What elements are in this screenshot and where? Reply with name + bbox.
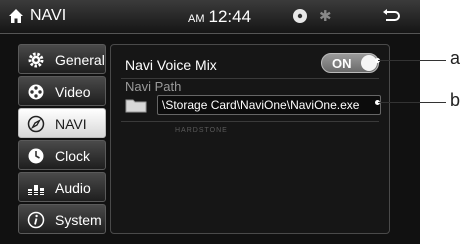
screen-title: NAVI — [30, 7, 67, 24]
navi-path-label: Navi Path — [125, 79, 182, 94]
toggle-state-text: ON — [332, 56, 352, 71]
navi-path-value: \Storage Card\NaviOne\NaviOne.exe — [162, 98, 360, 112]
callout-b-line — [378, 102, 446, 103]
disc-icon — [293, 9, 307, 23]
navi-path-field[interactable]: \Storage Card\NaviOne\NaviOne.exe — [157, 95, 381, 115]
gear-icon — [28, 52, 44, 68]
sidebar-item-video[interactable]: Video — [18, 76, 106, 106]
time-value: 12:44 — [208, 7, 252, 26]
navi-settings-panel: Navi Voice Mix ON Navi Path \Storage Car… — [110, 44, 390, 234]
voice-mix-row: Navi Voice Mix ON — [115, 49, 385, 77]
home-icon[interactable] — [8, 8, 24, 24]
bluetooth-icon: ✱ — [319, 8, 332, 25]
sidebar-item-label: System — [55, 212, 102, 228]
ampm-indicator: AM — [188, 13, 205, 25]
status-bar: NAVI AM 12:44 ✱ — [0, 0, 420, 34]
device-screen: NAVI AM 12:44 ✱ General Video NAVI Clock… — [0, 0, 420, 244]
sidebar-item-general[interactable]: General — [18, 44, 106, 74]
film-reel-icon — [28, 84, 44, 100]
callout-a-line — [378, 60, 446, 61]
watermark: HARDSTONE — [175, 127, 228, 134]
sidebar-item-label: Audio — [55, 180, 91, 196]
equalizer-icon — [28, 185, 44, 195]
divider — [121, 121, 379, 122]
sidebar-item-navi[interactable]: NAVI — [18, 108, 106, 138]
sidebar-item-audio[interactable]: Audio — [18, 172, 106, 202]
sidebar-item-clock[interactable]: Clock — [18, 140, 106, 170]
sidebar-item-label: Video — [55, 84, 91, 100]
sidebar-item-label: General — [55, 52, 105, 68]
sidebar-item-system[interactable]: System — [18, 204, 106, 234]
toggle-knob — [361, 55, 377, 71]
voice-mix-toggle[interactable]: ON — [321, 53, 379, 73]
back-icon[interactable] — [382, 8, 400, 24]
sidebar-item-label: Clock — [55, 148, 91, 164]
settings-sidebar: General Video NAVI Clock Audio System — [18, 44, 106, 234]
voice-mix-label: Navi Voice Mix — [125, 57, 217, 73]
compass-icon — [27, 115, 45, 133]
folder-icon[interactable] — [125, 97, 147, 113]
clock-display: AM 12:44 — [188, 7, 251, 27]
info-icon — [27, 211, 45, 229]
callout-a-label: a — [450, 48, 461, 68]
sidebar-item-label: NAVI — [55, 116, 87, 132]
callout-b-label: b — [450, 90, 461, 110]
clock-icon — [28, 148, 44, 164]
